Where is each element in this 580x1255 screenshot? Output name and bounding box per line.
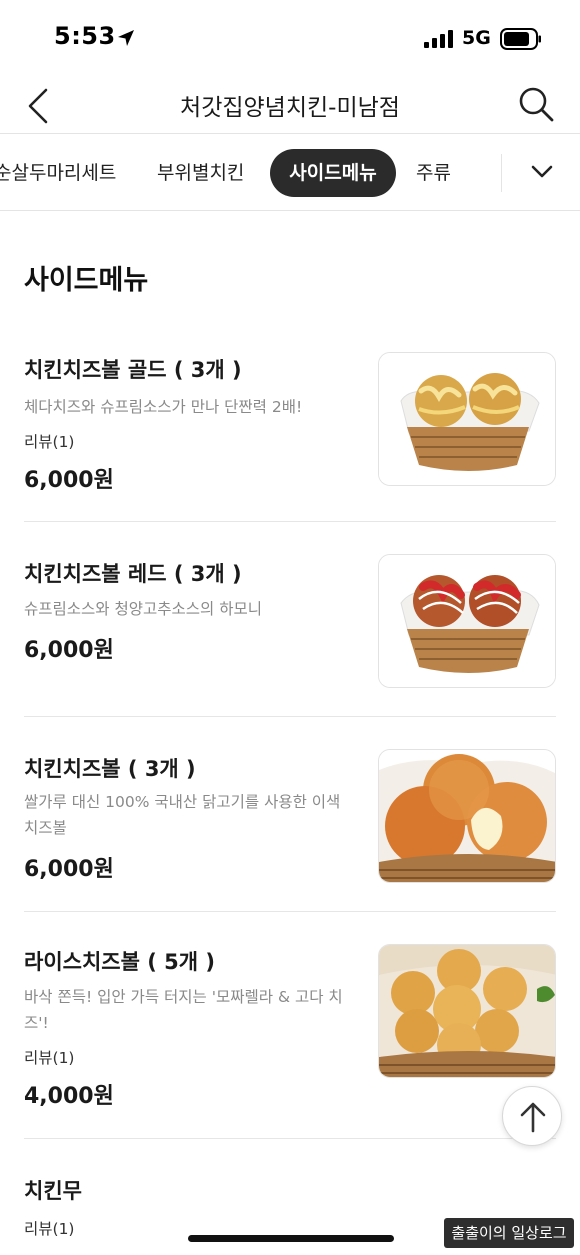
category-tabs: 순살두마리세트 부위별치킨 사이드메뉴 주류 <box>0 134 580 210</box>
rice-cheese-ball-image <box>379 945 555 1077</box>
watermark: 출출이의 일상로그 <box>444 1218 574 1248</box>
item-name: 치킨무 <box>24 1179 82 1203</box>
battery-icon <box>500 28 541 50</box>
home-indicator <box>188 1235 394 1242</box>
status-bar: 5:53 5G <box>0 0 580 78</box>
item-description: 체다치즈와 슈프림소스가 만나 단짠력 2배! <box>24 398 303 416</box>
item-image <box>378 352 556 486</box>
category-divider <box>0 210 580 211</box>
section-title: 사이드메뉴 <box>24 265 149 296</box>
item-review-count[interactable]: 리뷰(1) <box>24 1217 74 1239</box>
item-name: 라이스치즈볼 ( 5개 ) <box>24 950 215 974</box>
item-name: 치킨치즈볼 골드 ( 3개 ) <box>24 358 242 382</box>
tab-boneless-double-set[interactable]: 순살두마리세트 <box>0 149 116 197</box>
nav-bar: 처갓집양념치킨-미남점 <box>0 78 580 134</box>
item-image <box>378 944 556 1078</box>
item-image <box>378 554 556 688</box>
tabs-fade <box>470 134 500 210</box>
item-price: 6,000원 <box>24 857 114 882</box>
tab-alcohol[interactable]: 주류 <box>416 149 451 197</box>
item-description: 슈프림소스와 청양고추소스의 하모니 <box>24 600 263 618</box>
page-title: 처갓집양념치킨-미남점 <box>180 95 400 121</box>
cheese-ball-gold-image <box>379 353 555 485</box>
menu-item[interactable]: 치킨치즈볼 ( 3개 ) 쌀가루 대신 100% 국내산 닭고기를 사용한 이색… <box>24 717 556 912</box>
chevron-left-icon[interactable] <box>20 84 56 128</box>
status-time: 5:53 <box>54 22 116 50</box>
menu-item[interactable]: 치킨치즈볼 레드 ( 3개 ) 슈프림소스와 청양고추소스의 하모니 6,000… <box>24 522 556 717</box>
search-icon[interactable] <box>516 84 556 124</box>
item-price: 6,000원 <box>24 638 114 663</box>
tab-chicken-parts[interactable]: 부위별치킨 <box>157 149 244 197</box>
tabs-separator <box>501 154 502 192</box>
item-price: 6,000원 <box>24 468 114 493</box>
item-review-count[interactable]: 리뷰(1) <box>24 1046 74 1068</box>
item-image <box>378 749 556 883</box>
cheese-ball-image <box>379 750 555 882</box>
item-price: 4,000원 <box>24 1084 114 1109</box>
menu-item[interactable]: 치킨치즈볼 골드 ( 3개 ) 체다치즈와 슈프림소스가 만나 단짠력 2배! … <box>24 336 556 522</box>
cellular-signal-icon <box>424 30 453 48</box>
item-review-count[interactable]: 리뷰(1) <box>24 430 74 452</box>
network-type: 5G <box>462 27 491 49</box>
item-name: 치킨치즈볼 ( 3개 ) <box>24 757 196 781</box>
chevron-down-icon <box>531 165 553 178</box>
tab-side-menu[interactable]: 사이드메뉴 <box>270 149 396 197</box>
scroll-top-button[interactable] <box>502 1086 562 1146</box>
item-description: 쌀가루 대신 100% 국내산 닭고기를 사용한 이색 치즈볼 <box>24 793 341 837</box>
category-more-button[interactable] <box>502 134 580 210</box>
item-description: 바삭 쫀득! 입안 가득 터지는 '모짜렐라 & 고다 치즈'! <box>24 988 343 1032</box>
item-name: 치킨치즈볼 레드 ( 3개 ) <box>24 562 242 586</box>
cheese-ball-red-image <box>379 555 555 687</box>
menu-item[interactable]: 라이스치즈볼 ( 5개 ) 바삭 쫀득! 입안 가득 터지는 '모짜렐라 & 고… <box>24 912 556 1139</box>
arrow-up-icon <box>520 1102 546 1133</box>
location-arrow-icon <box>118 30 134 46</box>
